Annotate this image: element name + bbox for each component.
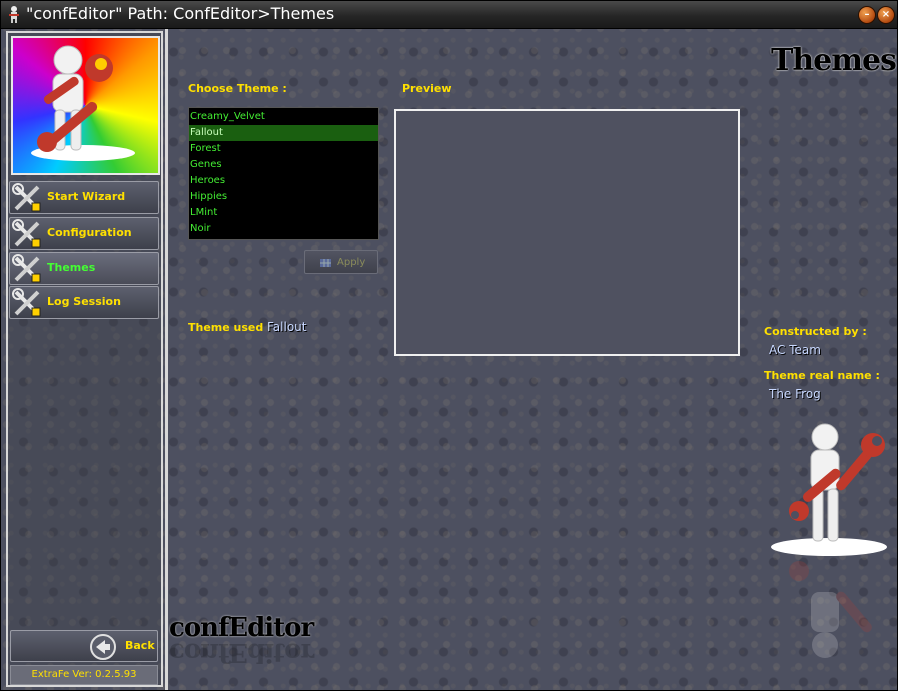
sidebar-item-label: Start Wizard xyxy=(47,190,126,203)
sidebar-item-label: Configuration xyxy=(47,226,132,239)
constructed-by-label: Constructed by : xyxy=(764,325,867,338)
sidebar-item-label: Themes xyxy=(47,261,96,274)
preview-pane xyxy=(394,109,740,356)
wrench-man-icon xyxy=(771,423,887,556)
app-icon xyxy=(9,6,19,23)
app-window: "confEditor" Path: ConfEditor>Themes – × xyxy=(0,0,898,691)
back-label: Back xyxy=(125,639,155,652)
list-item-selected[interactable]: Fallout xyxy=(189,125,378,141)
wrench-screwdriver-icon xyxy=(12,183,41,212)
list-item[interactable]: Hippies xyxy=(189,189,378,205)
list-item[interactable]: LMint xyxy=(189,205,378,221)
list-item[interactable]: Heroes xyxy=(189,173,378,189)
apply-label: Apply xyxy=(337,257,366,268)
list-item[interactable]: Creamy_Velvet xyxy=(189,109,378,125)
sidebar: Start Wizard Configuration Themes Log Se… xyxy=(6,31,163,687)
sidebar-item-themes[interactable]: Themes xyxy=(9,252,159,285)
sidebar-item-log-session[interactable]: Log Session xyxy=(9,286,159,319)
sidebar-divider xyxy=(165,29,168,690)
wrench-screwdriver-icon xyxy=(12,288,41,317)
theme-used-value: Fallout xyxy=(267,320,307,334)
sidebar-item-configuration[interactable]: Configuration xyxy=(9,217,159,250)
theme-real-name-value: The Frog xyxy=(769,387,821,401)
close-button[interactable]: × xyxy=(877,6,895,24)
list-item[interactable]: Forest xyxy=(189,141,378,157)
mascot-image xyxy=(11,36,160,175)
theme-used-label: Theme used : xyxy=(188,321,272,334)
wrench-screwdriver-icon xyxy=(12,219,41,248)
constructed-by-value: AC Team xyxy=(769,343,821,357)
wrench-screwdriver-icon xyxy=(12,254,41,283)
sidebar-item-label: Log Session xyxy=(47,295,121,308)
theme-real-name-label: Theme real name : xyxy=(764,369,880,382)
apply-button[interactable]: Apply xyxy=(304,250,378,274)
wrench-man-reflection-icon xyxy=(789,561,872,658)
window-title: "confEditor" Path: ConfEditor>Themes xyxy=(26,4,335,23)
title-bar: "confEditor" Path: ConfEditor>Themes – × xyxy=(1,1,897,29)
back-button[interactable]: Back xyxy=(10,630,158,662)
brand-logo-reflection: confEditor xyxy=(169,637,314,667)
choose-theme-label: Choose Theme : xyxy=(188,82,287,95)
sidebar-item-start-wizard[interactable]: Start Wizard xyxy=(9,181,159,214)
list-item[interactable]: Noir xyxy=(189,221,378,237)
list-item[interactable]: Genes xyxy=(189,157,378,173)
version-label: ExtraFe Ver: 0.2.5.93 xyxy=(10,665,158,685)
theme-list[interactable]: Creamy_Velvet Fallout Forest Genes Heroe… xyxy=(188,107,379,240)
back-arrow-icon xyxy=(90,634,116,660)
grid-icon xyxy=(320,259,331,267)
wrench-man-icon xyxy=(31,45,135,161)
page-title: Themes xyxy=(771,43,897,78)
preview-label: Preview xyxy=(402,82,452,95)
minimize-button[interactable]: – xyxy=(858,6,876,24)
